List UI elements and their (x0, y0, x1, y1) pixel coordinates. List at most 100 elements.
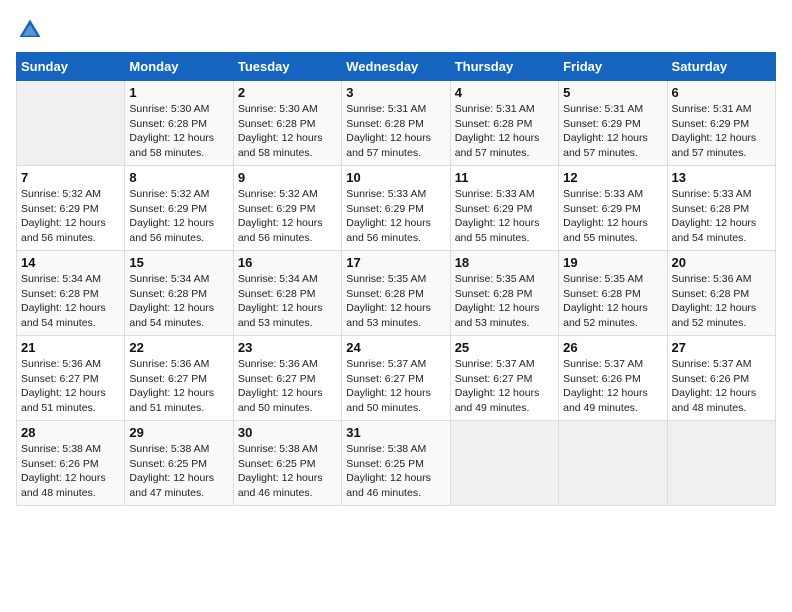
day-number: 7 (21, 170, 120, 185)
cell-info: Sunrise: 5:38 AM Sunset: 6:25 PM Dayligh… (129, 442, 228, 501)
cell-info: Sunrise: 5:37 AM Sunset: 6:27 PM Dayligh… (346, 357, 445, 416)
calendar-cell: 15 Sunrise: 5:34 AM Sunset: 6:28 PM Dayli… (125, 251, 233, 336)
calendar-cell: 14Sunrise: 5:34 AM Sunset: 6:28 PM Dayli… (17, 251, 125, 336)
cell-info: Sunrise: 5:36 AM Sunset: 6:27 PM Dayligh… (21, 357, 120, 416)
day-number: 6 (672, 85, 771, 100)
cell-info: Sunrise: 5:30 AM Sunset: 6:28 PM Dayligh… (238, 102, 337, 161)
calendar-cell: 21 Sunrise: 5:36 AM Sunset: 6:27 PM Dayli… (17, 336, 125, 421)
day-number: 17 (346, 255, 445, 270)
calendar-cell: 29 Sunrise: 5:38 AM Sunset: 6:25 PM Dayli… (125, 421, 233, 506)
day-number: 29 (129, 425, 228, 440)
cell-info: Sunrise: 5:33 AM Sunset: 6:29 PM Dayligh… (563, 187, 662, 246)
day-header-wednesday: Wednesday (342, 53, 450, 81)
calendar-cell: 23Sunrise: 5:36 AM Sunset: 6:27 PM Dayli… (233, 336, 341, 421)
day-header-sunday: Sunday (17, 53, 125, 81)
day-number: 13 (672, 170, 771, 185)
header-row: SundayMondayTuesdayWednesdayThursdayFrid… (17, 53, 776, 81)
day-number: 22 (129, 340, 228, 355)
calendar-cell: 12 Sunrise: 5:33 AM Sunset: 6:29 PM Dayli… (559, 166, 667, 251)
cell-info: Sunrise: 5:38 AM Sunset: 6:25 PM Dayligh… (346, 442, 445, 501)
day-header-monday: Monday (125, 53, 233, 81)
calendar-cell: 9Sunrise: 5:32 AM Sunset: 6:29 PM Daylig… (233, 166, 341, 251)
cell-info: Sunrise: 5:33 AM Sunset: 6:29 PM Dayligh… (346, 187, 445, 246)
cell-info: Sunrise: 5:34 AM Sunset: 6:28 PM Dayligh… (238, 272, 337, 331)
day-header-thursday: Thursday (450, 53, 558, 81)
day-number: 31 (346, 425, 445, 440)
day-number: 30 (238, 425, 337, 440)
cell-info: Sunrise: 5:31 AM Sunset: 6:28 PM Dayligh… (346, 102, 445, 161)
day-number: 25 (455, 340, 554, 355)
day-number: 1 (129, 85, 228, 100)
calendar-cell: 13 Sunrise: 5:33 AM Sunset: 6:28 PM Dayli… (667, 166, 775, 251)
day-number: 4 (455, 85, 554, 100)
cell-info: Sunrise: 5:33 AM Sunset: 6:29 PM Dayligh… (455, 187, 554, 246)
cell-info: Sunrise: 5:36 AM Sunset: 6:28 PM Dayligh… (672, 272, 771, 331)
day-number: 15 (129, 255, 228, 270)
day-number: 16 (238, 255, 337, 270)
calendar-cell: 22 Sunrise: 5:36 AM Sunset: 6:27 PM Dayli… (125, 336, 233, 421)
day-number: 20 (672, 255, 771, 270)
day-number: 14 (21, 255, 120, 270)
cell-info: Sunrise: 5:36 AM Sunset: 6:27 PM Dayligh… (238, 357, 337, 416)
calendar-cell: 27 Sunrise: 5:37 AM Sunset: 6:26 PM Dayli… (667, 336, 775, 421)
calendar-cell: 10 Sunrise: 5:33 AM Sunset: 6:29 PM Dayli… (342, 166, 450, 251)
cell-info: Sunrise: 5:35 AM Sunset: 6:28 PM Dayligh… (563, 272, 662, 331)
cell-info: Sunrise: 5:35 AM Sunset: 6:28 PM Dayligh… (455, 272, 554, 331)
day-number: 18 (455, 255, 554, 270)
calendar-cell: 6 Sunrise: 5:31 AM Sunset: 6:29 PM Daylig… (667, 81, 775, 166)
cell-info: Sunrise: 5:38 AM Sunset: 6:26 PM Dayligh… (21, 442, 120, 501)
calendar-cell: 30 Sunrise: 5:38 AM Sunset: 6:25 PM Dayli… (233, 421, 341, 506)
cell-info: Sunrise: 5:38 AM Sunset: 6:25 PM Dayligh… (238, 442, 337, 501)
week-row-3: 14 Sunrise: 5:34 AM Sunset: 6:28 PM Dayli… (17, 251, 776, 336)
calendar-cell: 1 Sunrise: 5:30 AM Sunset: 6:28 PM Daylig… (125, 81, 233, 166)
calendar-table: SundayMondayTuesdayWednesdayThursdayFrid… (16, 52, 776, 506)
day-number: 9 (238, 170, 337, 185)
calendar-cell: 16 Sunrise: 5:34 AM Sunset: 6:28 PM Dayli… (233, 251, 341, 336)
week-row-5: 28 Sunrise: 5:38 AM Sunset: 6:26 PM Dayli… (17, 421, 776, 506)
calendar-cell: 28 Sunrise: 5:38 AM Sunset: 6:26 PM Dayli… (17, 421, 125, 506)
calendar-cell (667, 421, 775, 506)
calendar-cell: 24Sunrise: 5:37 AM Sunset: 6:27 PM Dayli… (342, 336, 450, 421)
day-number: 12 (563, 170, 662, 185)
calendar-cell: 5Sunrise: 5:31 AM Sunset: 6:29 PM Daylig… (559, 81, 667, 166)
calendar-cell: 26Sunrise: 5:37 AM Sunset: 6:26 PM Dayli… (559, 336, 667, 421)
cell-info: Sunrise: 5:31 AM Sunset: 6:28 PM Dayligh… (455, 102, 554, 161)
cell-info: Sunrise: 5:37 AM Sunset: 6:26 PM Dayligh… (563, 357, 662, 416)
cell-info: Sunrise: 5:36 AM Sunset: 6:27 PM Dayligh… (129, 357, 228, 416)
day-header-saturday: Saturday (667, 53, 775, 81)
week-row-2: 7 Sunrise: 5:32 AM Sunset: 6:29 PM Daylig… (17, 166, 776, 251)
calendar-cell: 4 Sunrise: 5:31 AM Sunset: 6:28 PM Daylig… (450, 81, 558, 166)
day-header-tuesday: Tuesday (233, 53, 341, 81)
day-number: 2 (238, 85, 337, 100)
cell-info: Sunrise: 5:30 AM Sunset: 6:28 PM Dayligh… (129, 102, 228, 161)
cell-info: Sunrise: 5:33 AM Sunset: 6:28 PM Dayligh… (672, 187, 771, 246)
calendar-cell: 20 Sunrise: 5:36 AM Sunset: 6:28 PM Dayli… (667, 251, 775, 336)
calendar-cell (559, 421, 667, 506)
day-number: 28 (21, 425, 120, 440)
calendar-cell (450, 421, 558, 506)
calendar-cell: 3 Sunrise: 5:31 AM Sunset: 6:28 PM Daylig… (342, 81, 450, 166)
logo-icon (16, 16, 44, 44)
day-number: 27 (672, 340, 771, 355)
day-number: 19 (563, 255, 662, 270)
calendar-cell: 31 Sunrise: 5:38 AM Sunset: 6:25 PM Dayli… (342, 421, 450, 506)
calendar-cell: 17 Sunrise: 5:35 AM Sunset: 6:28 PM Dayli… (342, 251, 450, 336)
cell-info: Sunrise: 5:31 AM Sunset: 6:29 PM Dayligh… (672, 102, 771, 161)
calendar-cell: 19 Sunrise: 5:35 AM Sunset: 6:28 PM Dayli… (559, 251, 667, 336)
cell-info: Sunrise: 5:37 AM Sunset: 6:26 PM Dayligh… (672, 357, 771, 416)
day-number: 11 (455, 170, 554, 185)
calendar-cell: 18 Sunrise: 5:35 AM Sunset: 6:28 PM Dayli… (450, 251, 558, 336)
day-number: 21 (21, 340, 120, 355)
week-row-1: 1 Sunrise: 5:30 AM Sunset: 6:28 PM Daylig… (17, 81, 776, 166)
day-number: 10 (346, 170, 445, 185)
cell-info: Sunrise: 5:37 AM Sunset: 6:27 PM Dayligh… (455, 357, 554, 416)
day-number: 8 (129, 170, 228, 185)
day-number: 3 (346, 85, 445, 100)
calendar-cell: 25 Sunrise: 5:37 AM Sunset: 6:27 PM Dayli… (450, 336, 558, 421)
calendar-cell (17, 81, 125, 166)
cell-info: Sunrise: 5:34 AM Sunset: 6:28 PM Dayligh… (129, 272, 228, 331)
cell-info: Sunrise: 5:35 AM Sunset: 6:28 PM Dayligh… (346, 272, 445, 331)
day-header-friday: Friday (559, 53, 667, 81)
page-header (16, 16, 776, 44)
cell-info: Sunrise: 5:32 AM Sunset: 6:29 PM Dayligh… (129, 187, 228, 246)
